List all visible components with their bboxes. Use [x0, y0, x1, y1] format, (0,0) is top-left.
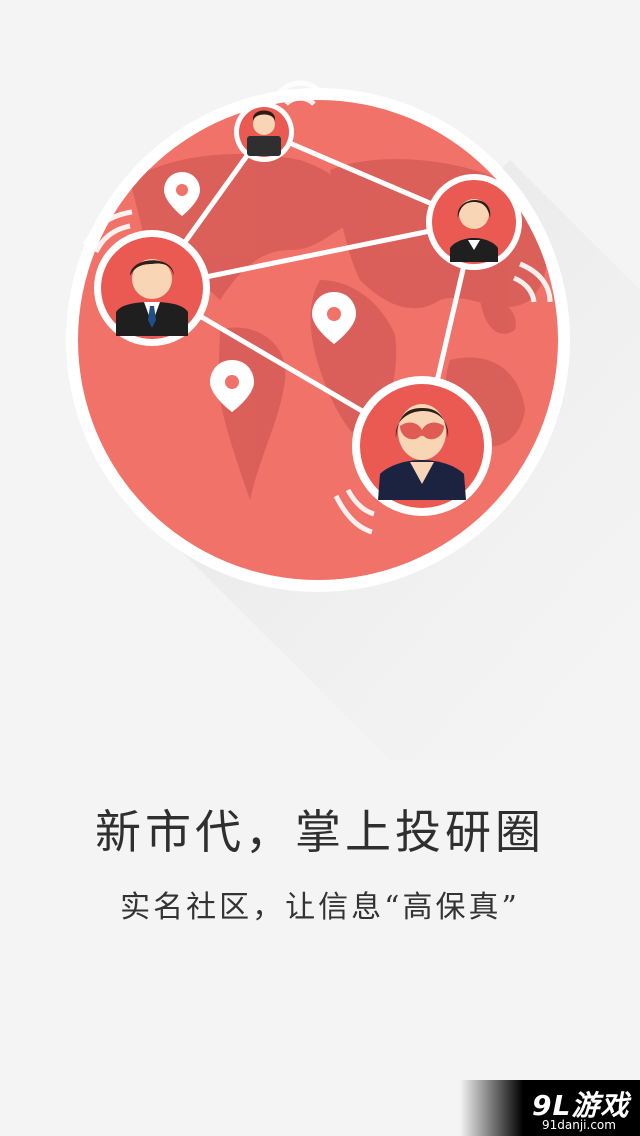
- watermark: 9L游戏 91danji.com: [460, 1080, 640, 1136]
- avatar-masked-woman: [352, 376, 492, 516]
- splash-screen: 新市代，掌上投研圈 实名社区，让信息“高保真” 9L游戏 91danji.com: [0, 0, 640, 1136]
- headline-subtitle: 实名社区，让信息“高保真”: [120, 890, 520, 925]
- avatar-woman: [426, 174, 522, 270]
- avatar-businessman: [94, 230, 210, 346]
- watermark-url: 91danji.com: [542, 1118, 616, 1132]
- social-globe-network-icon: [66, 80, 640, 760]
- headline-title: 新市代，掌上投研圈: [95, 805, 545, 859]
- avatar-top: [234, 102, 294, 162]
